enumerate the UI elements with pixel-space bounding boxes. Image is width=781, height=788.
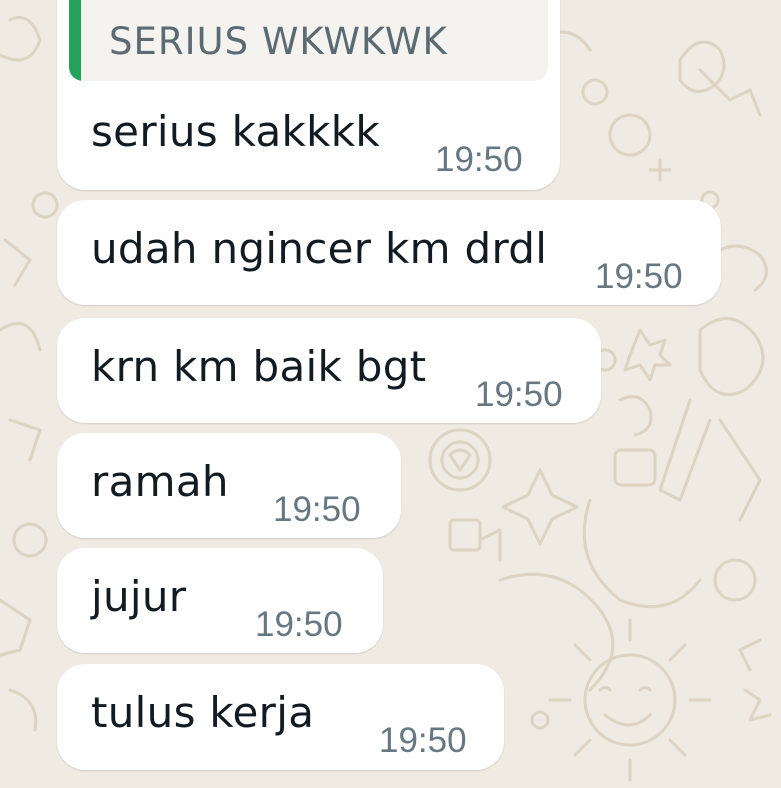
message-text: tulus kerja [91, 688, 315, 737]
chat-area[interactable]: SERIUS WKWKWK serius kakkkk 19:50 udah n… [0, 0, 781, 788]
message-text: udah ngincer km drdl [91, 224, 548, 273]
message-bubble[interactable]: tulus kerja 19:50 [57, 664, 504, 770]
message-timestamp: 19:50 [595, 257, 683, 296]
message-bubble[interactable]: ramah 19:50 [57, 433, 401, 538]
message-bubble[interactable]: jujur 19:50 [57, 548, 383, 653]
message-timestamp: 19:50 [255, 605, 343, 644]
message-text: ramah [91, 457, 229, 506]
message-timestamp: 19:50 [379, 721, 467, 760]
quoted-message-text: SERIUS WKWKWK [109, 20, 448, 63]
message-bubble[interactable]: udah ngincer km drdl 19:50 [57, 200, 721, 305]
message-bubble[interactable]: SERIUS WKWKWK serius kakkkk 19:50 [57, 0, 560, 190]
quote-accent-bar [69, 0, 81, 81]
message-timestamp: 19:50 [475, 375, 563, 414]
message-timestamp: 19:50 [435, 140, 523, 179]
message-text: serius kakkkk [91, 107, 381, 156]
message-text: jujur [91, 572, 187, 621]
message-bubble[interactable]: krn km baik bgt 19:50 [57, 318, 601, 423]
quoted-reply[interactable]: SERIUS WKWKWK [69, 0, 548, 81]
message-timestamp: 19:50 [273, 490, 361, 529]
message-text: krn km baik bgt [91, 342, 427, 391]
